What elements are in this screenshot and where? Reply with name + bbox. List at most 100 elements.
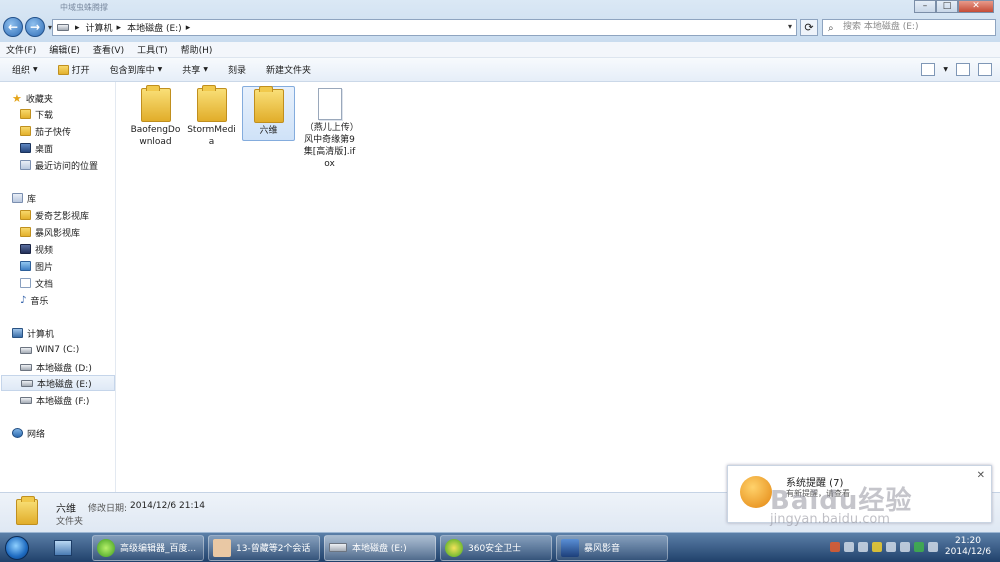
menu-view[interactable]: 查看(V) [93, 43, 124, 56]
folder-icon [140, 85, 171, 122]
address-dropdown[interactable]: ▾ [788, 22, 792, 31]
sidebar-item-documents[interactable]: 文档 [20, 275, 53, 291]
address-bar[interactable]: ▸ 计算机 ▸ 本地磁盘 (E:) ▸ ▾ [52, 19, 797, 36]
sidebar-item-baofeng[interactable]: 暴风影视库 [20, 224, 80, 240]
file-item-stormmedia[interactable]: StormMedia [185, 85, 238, 148]
search-input[interactable]: ⌕ 搜索 本地磁盘 (E:) [822, 19, 996, 36]
input-method-icon[interactable] [830, 542, 840, 552]
file-list: BaofengDownload StormMedia 六维 （燕儿上传）风中奇缘… [117, 82, 1000, 492]
help-icon[interactable] [844, 542, 854, 552]
open-icon [57, 64, 69, 75]
sidebar-item-videos[interactable]: 视频 [20, 241, 53, 257]
details-modified-label: 修改日期: [88, 504, 128, 514]
preview-pane-button[interactable] [956, 63, 970, 76]
notification-close-button[interactable]: ✕ [977, 470, 985, 481]
share-button[interactable]: 共享 ▼ [182, 63, 208, 76]
breadcrumb-computer[interactable]: 计算机 ▸ [86, 21, 122, 35]
task-explorer[interactable]: 本地磁盘 (E:) [324, 534, 436, 561]
task-editor[interactable]: 高级编辑器_百度... [92, 534, 204, 561]
menu-tools[interactable]: 工具(T) [137, 43, 168, 56]
navigation-pane: ★ 收藏夹 下载 茄子快传 桌面 最近访问的位置 库 爱奇艺影视库 暴风影视库 视… [0, 82, 116, 492]
chevron-right-icon[interactable]: ▸ [186, 23, 191, 33]
network-tray-icon[interactable] [858, 542, 868, 552]
sidebar-libraries[interactable]: 库 [12, 190, 36, 206]
drive-icon [57, 24, 69, 31]
browser-icon [97, 538, 115, 557]
clock[interactable]: 21:20 2014/12/6 [942, 536, 994, 558]
sidebar-item-desktop[interactable]: 桌面 [20, 140, 53, 156]
caret-down-icon[interactable]: ▼ [943, 66, 948, 73]
network-icon [12, 428, 23, 438]
window-chrome: 中域虫蛛腾撑 – □ ✕ ← → ▾ ▸ 计算机 ▸ 本地磁盘 (E:) ▸ ▾ ⟳… [0, 0, 1000, 42]
menu-file[interactable]: 文件(F) [6, 43, 36, 56]
new-folder-button[interactable]: 新建文件夹 [266, 63, 311, 76]
nav-buttons: ← → ▾ [3, 17, 52, 37]
menu-bar: 文件(F) 编辑(E) 查看(V) 工具(T) 帮助(H) [0, 42, 1000, 58]
task-chat[interactable]: 13-曾藏等2个会话 [208, 534, 320, 561]
sidebar-item-recent[interactable]: 最近访问的位置 [20, 157, 98, 173]
desktop-icon [20, 143, 31, 153]
sidebar-item-drive-c[interactable]: WIN7 (C:) [20, 342, 79, 358]
chevron-right-icon[interactable]: ▸ [75, 23, 80, 33]
task-360[interactable]: 360安全卫士 [440, 534, 552, 561]
burn-button[interactable]: 刻录 [228, 63, 246, 76]
folder-icon [16, 496, 38, 525]
organize-button[interactable]: 组织 ▼ [12, 63, 38, 76]
refresh-button[interactable]: ⟳ [800, 19, 818, 36]
sidebar-favorites[interactable]: ★ 收藏夹 [12, 90, 53, 106]
app-tray-icon[interactable] [914, 542, 924, 552]
sidebar-item-qiezi[interactable]: 茄子快传 [20, 123, 71, 139]
folder-icon [253, 86, 284, 123]
caret-down-icon: ▼ [203, 66, 208, 73]
change-view-button[interactable] [921, 63, 936, 76]
sidebar-network[interactable]: 网络 [12, 425, 45, 441]
sidebar-item-iqiyi[interactable]: 爱奇艺影视库 [20, 207, 89, 223]
document-icon [20, 278, 31, 288]
details-modified-value: 2014/12/6 21:14 [130, 501, 205, 511]
start-button[interactable] [0, 533, 34, 562]
file-item-liuwei[interactable]: 六维 [242, 86, 295, 141]
file-item-ifox[interactable]: （燕儿上传）风中奇缘第9集[高清版].ifox [303, 88, 356, 170]
caret-down-icon: ▼ [157, 66, 163, 73]
star-icon: ★ [12, 91, 22, 105]
open-button[interactable]: 打开 [57, 63, 90, 76]
task-baofeng[interactable]: 暴风影音 [556, 534, 668, 561]
volume-icon[interactable] [900, 542, 910, 552]
taskbar-pinned-app[interactable] [46, 535, 80, 561]
sidebar-item-music[interactable]: ♪ 音乐 [20, 292, 48, 308]
security-icon[interactable] [872, 542, 882, 552]
monitor-icon [54, 539, 72, 556]
sidebar-item-drive-d[interactable]: 本地磁盘 (D:) [20, 359, 92, 375]
recent-places-icon [20, 160, 31, 170]
flag-icon[interactable] [928, 542, 938, 552]
battery-icon[interactable] [886, 542, 896, 552]
details-name: 六维 [56, 504, 76, 515]
sidebar-item-drive-f[interactable]: 本地磁盘 (F:) [20, 392, 89, 408]
sidebar-item-drive-e[interactable]: 本地磁盘 (E:) [1, 375, 115, 391]
maximize-button[interactable]: □ [936, 0, 958, 13]
sidebar-item-downloads[interactable]: 下载 [20, 106, 53, 122]
file-item-baofengdownload[interactable]: BaofengDownload [129, 85, 182, 148]
include-in-library-button[interactable]: 包含到库中 ▼ [110, 63, 163, 76]
details-type: 文件夹 [56, 517, 84, 527]
breadcrumb-drive-e[interactable]: 本地磁盘 (E:) ▸ [127, 21, 191, 35]
sidebar-item-pictures[interactable]: 图片 [20, 258, 53, 274]
back-button[interactable]: ← [3, 17, 23, 37]
avatar-icon [213, 538, 231, 557]
drive-icon [20, 346, 32, 354]
picture-icon [20, 261, 31, 271]
folder-icon [20, 210, 31, 220]
media-player-icon [561, 538, 579, 557]
windows-logo-icon [5, 535, 29, 560]
chevron-right-icon[interactable]: ▸ [117, 23, 122, 33]
help-button[interactable] [978, 63, 992, 76]
menu-help[interactable]: 帮助(H) [181, 43, 213, 56]
sidebar-computer[interactable]: 计算机 [12, 325, 54, 341]
drive-icon [329, 543, 347, 552]
library-icon [12, 193, 23, 203]
forward-button[interactable]: → [25, 17, 45, 37]
close-button[interactable]: ✕ [958, 0, 994, 13]
minimize-button[interactable]: – [914, 0, 936, 13]
menu-edit[interactable]: 编辑(E) [49, 43, 80, 56]
watermark-url: jingyan.baidu.com [770, 512, 890, 527]
